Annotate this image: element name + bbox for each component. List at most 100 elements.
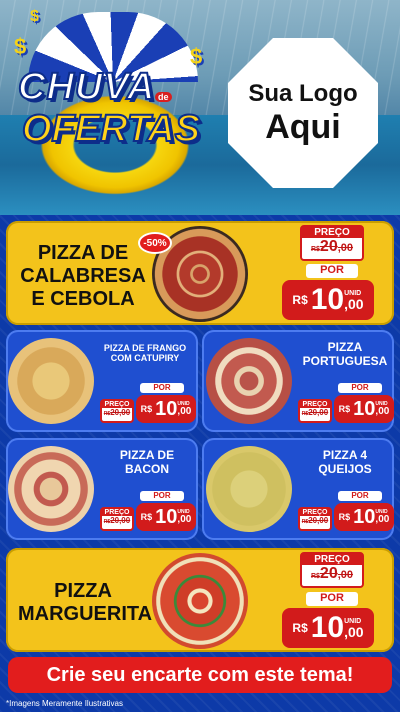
price-row: PREÇO R$ 20,00 R$ 10 UNID ,00 — [100, 395, 196, 423]
price-row: PREÇO R$ 20,00 R$ 10 UNID ,00 — [298, 503, 394, 531]
new-price-box: R$ 10 UNID ,00 — [136, 503, 196, 531]
price-label: PREÇO — [102, 401, 132, 408]
product-name: PIZZA PORTUGUESA — [296, 340, 394, 369]
product-name-line: PIZZA DE — [37, 242, 129, 264]
new-price-currency: R$ — [140, 512, 153, 522]
old-price: R$ 20 ,00 — [311, 238, 353, 256]
new-price-cents: ,00 — [177, 405, 192, 417]
old-price-int: 20 — [319, 238, 338, 255]
product-name-line: COM CATUPIRY — [110, 353, 180, 364]
pizza-4-queijos-image — [206, 446, 292, 532]
new-price-int: 10 — [310, 611, 345, 644]
new-price-box: R$ 10 UNID ,00 — [282, 608, 374, 648]
new-price-suffix: UNID ,00 — [375, 509, 390, 525]
old-price-cents: ,00 — [337, 569, 354, 581]
new-price-currency: R$ — [292, 621, 308, 635]
price-label: PREÇO — [302, 554, 362, 565]
new-price-suffix: UNID ,00 — [177, 401, 192, 417]
product-name-line: MARGUERITA — [18, 603, 153, 625]
old-price: R$ 20,00 — [104, 408, 130, 417]
product-name-line: PIZZA — [54, 580, 112, 602]
new-price-suffix: UNID ,00 — [177, 509, 192, 525]
new-price-int: 10 — [353, 397, 376, 420]
new-price-currency: R$ — [338, 404, 351, 414]
new-price-int: 10 — [353, 505, 376, 528]
por-label: POR — [140, 383, 184, 393]
header-banner: $ $ $ CHUVA de OFERTAS Sua Logo Aqui — [0, 0, 400, 215]
old-price: R$ 20,00 — [104, 516, 130, 525]
por-label: POR — [338, 491, 382, 501]
new-price-currency: R$ — [292, 293, 308, 307]
old-price: R$ 20,00 — [302, 408, 328, 417]
price-row: PREÇO R$ 20,00 R$ 10 UNID ,00 — [100, 503, 196, 531]
new-price-box: R$ 10 UNID ,00 — [334, 503, 394, 531]
title-ofertas: OFERTAS — [21, 107, 201, 151]
new-price-cents: ,00 — [375, 513, 390, 525]
new-price-cents: ,00 — [375, 405, 390, 417]
logo-line1: Sua Logo — [248, 79, 358, 107]
old-price-int: 20 — [319, 565, 338, 582]
old-price-box: PREÇO R$ 20,00 — [298, 507, 332, 531]
old-price-box: PREÇO R$ 20,00 — [100, 399, 134, 423]
product-name-line: PIZZA — [327, 340, 363, 354]
new-price-suffix: UNID ,00 — [375, 401, 390, 417]
product-name-line: PORTUGUESA — [302, 353, 388, 368]
title-chuva: CHUVA — [17, 65, 156, 109]
new-price-box: R$ 10 UNID ,00 — [282, 280, 374, 320]
old-price-currency: R$ — [310, 246, 320, 253]
product-name: PIZZA DE FRANGO COM CATUPIRY — [96, 343, 194, 364]
logo-line2: Aqui — [265, 107, 341, 146]
old-price: R$ 20,00 — [302, 516, 328, 525]
product-name-line: PIZZA DE — [119, 448, 175, 462]
dollar-icon: $ — [30, 8, 39, 25]
new-price-int: 10 — [310, 283, 345, 316]
product-name-line: BACON — [125, 461, 169, 476]
new-price-box: R$ 10 UNID ,00 — [334, 395, 394, 423]
product-name: PIZZA MARGUERITA — [18, 580, 153, 626]
product-name: PIZZA DE CALABRESA E CEBOLA — [18, 242, 148, 311]
pizza-frango-image — [8, 338, 94, 424]
new-price-cents: ,00 — [344, 295, 364, 312]
old-price-value: 20,00 — [110, 516, 131, 525]
new-price-int: 10 — [155, 505, 178, 528]
old-price-value: 20,00 — [110, 408, 131, 417]
product-name-line: E CEBOLA — [31, 288, 135, 310]
dollar-icon: $ — [14, 34, 27, 59]
por-label: POR — [338, 383, 382, 393]
product-name-line: CALABRESA — [20, 265, 146, 287]
por-label: POR — [306, 264, 358, 278]
title-de: de — [155, 92, 172, 102]
product-name: PIZZA 4 QUEIJOS — [296, 448, 394, 477]
new-price-currency: R$ — [140, 404, 153, 414]
product-name: PIZZA DE BACON — [100, 448, 194, 477]
price-label: PREÇO — [302, 227, 362, 238]
footnote: *Imagens Meramente Ilustrativas — [6, 699, 123, 708]
price-label: PREÇO — [300, 509, 330, 516]
new-price-suffix: UNID ,00 — [344, 290, 363, 311]
new-price-int: 10 — [155, 397, 178, 420]
new-price-cents: ,00 — [177, 513, 192, 525]
old-price-value: 20,00 — [308, 408, 329, 417]
old-price-currency: R$ — [310, 573, 320, 580]
pizza-bacon-image — [8, 446, 94, 532]
old-price-value: 20,00 — [308, 516, 329, 525]
pizza-marguerita-image — [152, 553, 248, 649]
new-price-currency: R$ — [338, 512, 351, 522]
dollar-icon: $ — [190, 44, 203, 69]
old-price-box: PREÇO R$ 20,00 — [100, 507, 134, 531]
logo-placeholder[interactable]: Sua Logo Aqui — [228, 38, 378, 188]
old-price-box: PREÇO R$ 20 ,00 — [300, 552, 364, 588]
cta-button[interactable]: Crie seu encarte com este tema! — [8, 657, 392, 693]
product-name-line: PIZZA DE FRANGO — [103, 343, 187, 353]
por-label: POR — [306, 592, 358, 606]
new-price-suffix: UNID ,00 — [344, 618, 363, 639]
price-label: PREÇO — [102, 509, 132, 516]
old-price-box: PREÇO R$ 20 ,00 — [300, 225, 364, 261]
pizza-portuguesa-image — [206, 338, 292, 424]
old-price-cents: ,00 — [337, 242, 354, 254]
new-price-cents: ,00 — [344, 623, 364, 640]
product-name-line: QUEIJOS — [318, 461, 372, 476]
discount-badge: -50% — [138, 232, 172, 254]
product-name-line: PIZZA 4 — [322, 448, 368, 462]
old-price-box: PREÇO R$ 20,00 — [298, 399, 332, 423]
